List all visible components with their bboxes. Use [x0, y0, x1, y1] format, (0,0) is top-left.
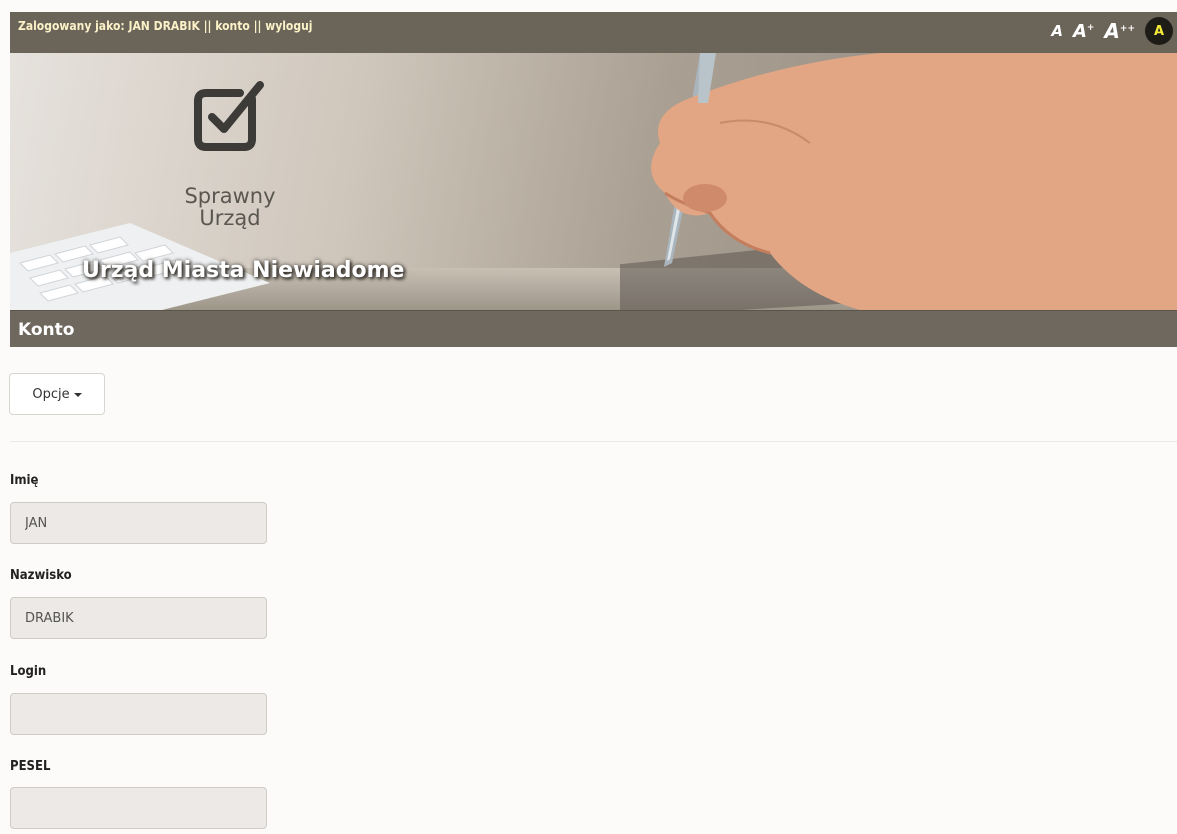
top-user-bar: Zalogowany jako: JAN DRABIK || konto || … [10, 12, 1177, 54]
page-title-bar: Konto [10, 310, 1177, 347]
logo-text: Sprawny Urząd [160, 185, 300, 229]
high-contrast-button[interactable]: A [1145, 17, 1173, 45]
options-dropdown-button[interactable]: Opcje [9, 373, 105, 415]
first-name-field[interactable] [10, 502, 267, 544]
font-size-largest-label: A [1104, 19, 1120, 43]
city-name: Urząd Miasta Niewiadome [82, 258, 405, 283]
logged-as-text: Zalogowany jako: JAN DRABIK || [18, 19, 212, 33]
last-name-label: Nazwisko [10, 568, 72, 583]
pesel-field[interactable] [10, 787, 267, 829]
divider [10, 441, 1177, 442]
logout-link[interactable]: wyloguj [265, 19, 312, 33]
logo-line-1: Sprawny [184, 184, 276, 208]
first-name-label: Imię [10, 473, 39, 488]
pesel-label: PESEL [10, 759, 51, 774]
last-name-field[interactable] [10, 597, 267, 639]
accessibility-controls: A A+ A++ A [1051, 17, 1173, 45]
checkbox-logo-icon [194, 81, 264, 151]
page-title: Konto [18, 320, 75, 340]
login-field[interactable] [10, 693, 267, 735]
page: Zalogowany jako: JAN DRABIK || konto || … [0, 0, 1177, 834]
caret-down-icon [73, 393, 82, 397]
user-status: Zalogowany jako: JAN DRABIK || konto || … [18, 19, 312, 33]
login-label: Login [10, 664, 47, 679]
font-size-normal-label: A [1051, 22, 1063, 40]
font-size-larger-sup: + [1086, 22, 1095, 33]
account-link[interactable]: konto [215, 19, 250, 33]
font-size-normal-button[interactable]: A [1051, 22, 1063, 40]
font-size-largest-sup: ++ [1119, 24, 1135, 34]
font-size-larger-button[interactable]: A+ [1073, 21, 1094, 42]
font-size-larger-label: A [1072, 20, 1087, 42]
options-label: Opcje [32, 386, 70, 402]
logo-line-2: Urząd [199, 206, 261, 230]
font-size-largest-button[interactable]: A++ [1104, 19, 1135, 43]
link-separator: || [253, 19, 262, 33]
header-banner: Sprawny Urząd Urząd Miasta Niewiadome [10, 53, 1177, 310]
hand-with-pen-image [620, 53, 1177, 310]
